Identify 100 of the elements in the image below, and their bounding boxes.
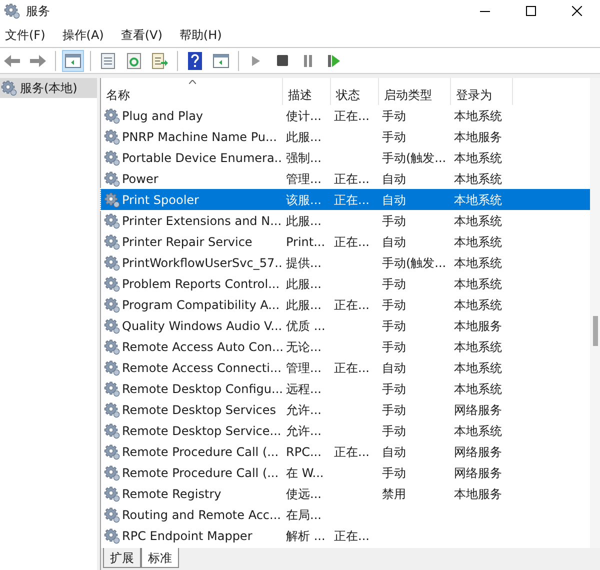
table-cell: 本地服务 [454, 486, 502, 500]
gear-icon [104, 402, 120, 418]
table-cell: 使计... [286, 108, 322, 122]
service-row[interactable]: Remote Desktop Service... 允许... 手动 本地系统 [101, 420, 590, 441]
table-cell: Remote Access Auto Con... [122, 340, 283, 354]
service-row[interactable]: Remote Access Connecti... 管理... 正在... 自动 本地系统 [101, 357, 590, 378]
gear-icon [104, 506, 120, 522]
table-cell: 手动 [382, 318, 406, 332]
gear-icon [104, 128, 120, 144]
service-row[interactable]: Power 管理... 正在... 自动 本地系统 [101, 168, 590, 189]
table-cell: Plug and Play [122, 108, 204, 122]
service-row[interactable]: Printer Repair Service Print... 正在... 自动 本地系统 [101, 231, 590, 252]
service-row[interactable]: PNRP Machine Name Pu... 此服... 手动 本地服务 [101, 126, 590, 147]
service-row[interactable]: Print Spooler 该服... 正在... 自动 本地系统 [101, 189, 590, 210]
service-row[interactable]: PrintWorkflowUserSvc_57...提供... 手动(触发... 本地系统 [101, 252, 590, 273]
table-cell: Remote Desktop Service... [122, 424, 282, 438]
table-cell: 自动 [382, 444, 406, 458]
gear-icon [104, 234, 120, 250]
menu-item[interactable]: 帮助(H) [176, 26, 225, 44]
service-row[interactable]: Remote Access Auto Con... 无论... 手动 本地系统 [101, 336, 590, 357]
table-cell: 本地系统 [454, 108, 502, 122]
window-title: 服务 [26, 3, 50, 20]
table-cell: PNRP Machine Name Pu... [122, 130, 277, 144]
table-cell: Remote Procedure Call (... [122, 466, 279, 480]
gear-icon [104, 318, 120, 334]
forward-arrow-icon [29, 54, 47, 68]
column-header[interactable]: 启动类型 [379, 78, 451, 105]
table-cell: Power [122, 172, 158, 186]
table-cell: 此服... [286, 298, 322, 312]
service-row[interactable]: Problem Reports Control... 此服... 手动 本地系统 [101, 273, 590, 294]
service-row[interactable]: Quality Windows Audio V... 优质 ... 手动 本地服务 [101, 315, 590, 336]
gear-icon [104, 422, 120, 438]
table-cell: 网络服务 [454, 402, 502, 416]
gear-icon [104, 276, 120, 292]
gear-icon [104, 338, 120, 354]
maximize-icon [526, 6, 536, 16]
resume-icon [328, 54, 340, 66]
service-row[interactable]: RPC Endpoint Mapper 解析 ... 正在... [101, 525, 590, 546]
table-cell: 使远... [286, 486, 322, 500]
table-cell: 手动 [382, 382, 406, 396]
service-row[interactable]: Remote Procedure Call (... 在 W... 手动 网络服务 [101, 462, 590, 483]
table-cell: 本地系统 [454, 172, 502, 186]
gear-icon [104, 486, 120, 502]
table-cell: 本地系统 [454, 382, 502, 396]
table-cell: 优质 ... [286, 318, 326, 332]
table-cell: 解析 ... [286, 528, 326, 542]
column-header[interactable]: 描述 [283, 78, 331, 105]
service-row[interactable]: Remote Desktop Configu... 远程... 手动 本地系统 [101, 378, 590, 399]
table-cell: 本地服务 [454, 130, 502, 144]
service-row[interactable]: Plug and Play 使计... 正在... 手动 本地系统 [101, 105, 590, 126]
table-cell: Remote Procedure Call (... [122, 444, 279, 458]
view-tab[interactable]: 标准 [141, 548, 179, 568]
table-cell: Printer Extensions and N... [122, 214, 282, 228]
table-cell: 正在... [334, 528, 370, 542]
column-header[interactable]: 状态 [331, 78, 379, 105]
table-cell: Remote Desktop Configu... [122, 382, 283, 396]
refresh-icon [127, 52, 141, 68]
console-button[interactable] [62, 50, 84, 72]
tree-item[interactable]: 服务(本地) [0, 78, 97, 98]
console-tree-icon [213, 54, 229, 68]
gear-icon [104, 212, 120, 228]
service-row[interactable]: Remote Registry 使远... 禁用 本地服务 [101, 483, 590, 504]
menu-item[interactable]: 操作(A) [59, 26, 107, 44]
table-cell: 本地系统 [454, 424, 502, 438]
table-cell: Remote Registry [122, 486, 222, 500]
menu-item[interactable]: 文件(F) [2, 26, 48, 44]
table-cell: 本地系统 [454, 192, 502, 206]
table-cell: 自动 [382, 234, 406, 248]
table-cell: 本地系统 [454, 276, 502, 290]
table-cell: 此服... [286, 276, 322, 290]
gear-icon [104, 528, 120, 544]
gear-icon [104, 464, 120, 480]
table-cell: 自动 [382, 360, 406, 374]
column-header[interactable]: 登录为 [451, 78, 513, 105]
table-cell: 正在... [334, 298, 370, 312]
table-cell: Problem Reports Control... [122, 276, 280, 290]
stop-icon [276, 55, 288, 66]
table-cell: 手动 [382, 424, 406, 438]
table-cell: Remote Access Connecti... [122, 360, 282, 374]
service-row[interactable]: Printer Extensions and N... 此服... 手动 本地系统 [101, 210, 590, 231]
table-cell: 手动 [382, 466, 406, 480]
service-row[interactable]: Routing and Remote Acc... 在局... [101, 504, 590, 525]
table-cell: 手动 [382, 130, 406, 144]
table-cell: 本地系统 [454, 256, 502, 270]
column-header[interactable]: 名称 [101, 78, 283, 105]
table-cell: 在局... [286, 508, 322, 522]
table-cell: Print... [286, 234, 326, 248]
view-tab[interactable]: 扩展 [103, 548, 141, 568]
help-icon [188, 52, 202, 70]
table-cell: 在 W... [286, 466, 324, 480]
service-row[interactable]: Portable Device Enumera...强制... 手动(触发... 本地系统 [101, 147, 590, 168]
table-cell: 正在... [334, 108, 370, 122]
gear-icon [104, 192, 120, 208]
menu-item[interactable]: 查看(V) [118, 26, 166, 44]
service-row[interactable]: Remote Procedure Call (... RPC... 正在... 自动 网络服务 [101, 441, 590, 462]
gear-icon [1, 80, 17, 96]
service-row[interactable]: Remote Desktop Services 允许... 手动 网络服务 [101, 399, 590, 420]
gear-icon [104, 360, 120, 376]
service-row[interactable]: Program Compatibility A... 此服... 正在... 手动 本地系统 [101, 294, 590, 315]
table-cell: 本地系统 [454, 360, 502, 374]
